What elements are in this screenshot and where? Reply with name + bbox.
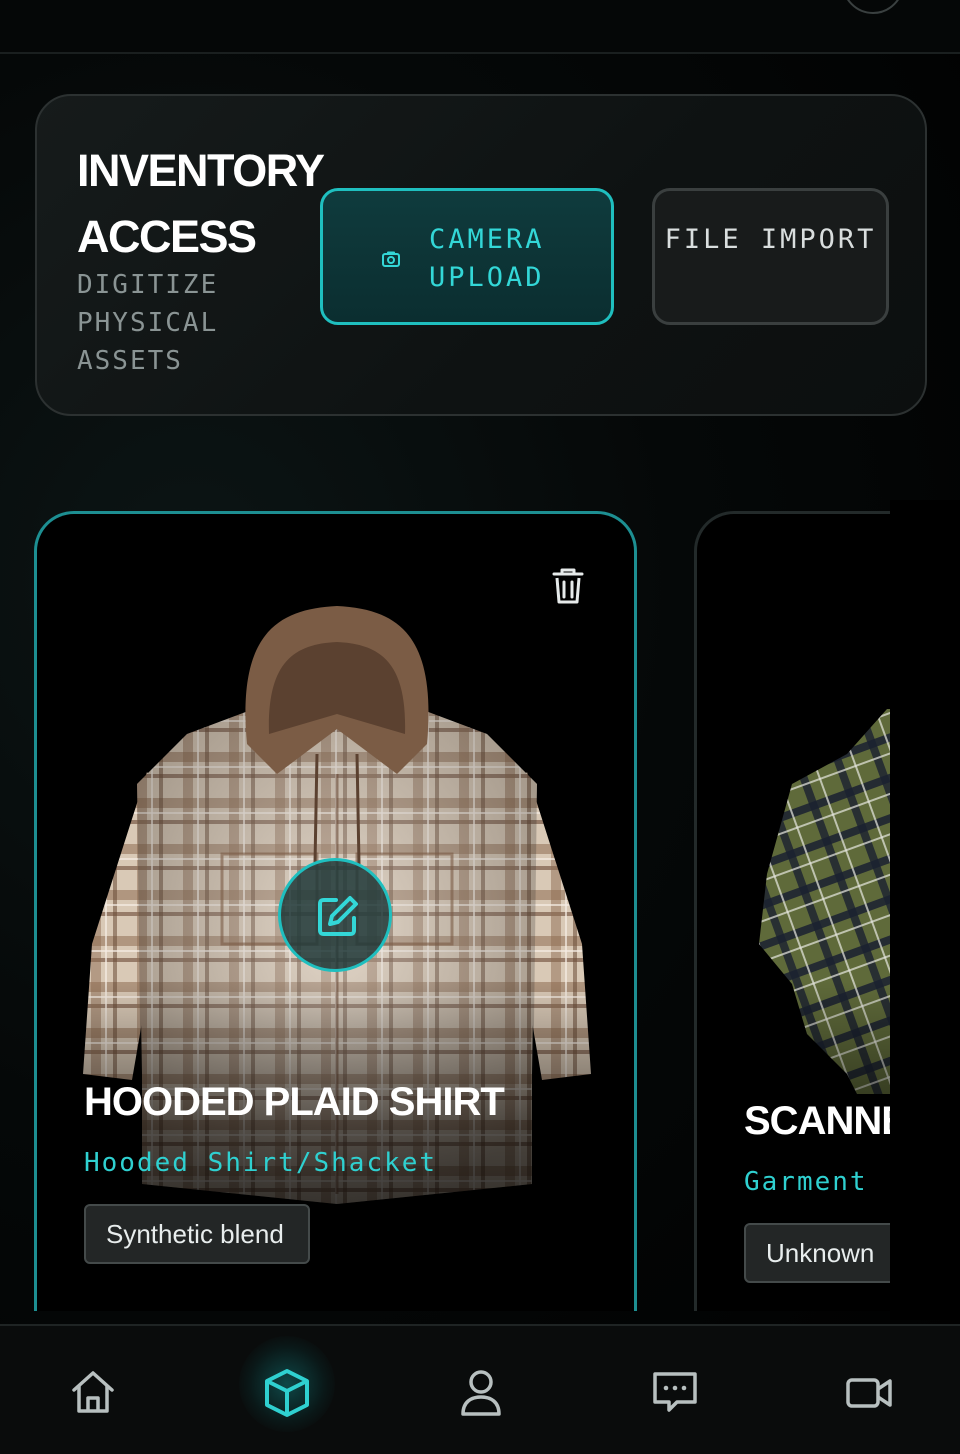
nav-profile[interactable] bbox=[421, 1326, 541, 1454]
delete-button[interactable] bbox=[550, 566, 586, 606]
app-screen: INVENTORY ACCESS DIGITIZE PHYSICAL ASSET… bbox=[0, 0, 960, 1454]
file-import-button[interactable]: FILE IMPORT bbox=[652, 188, 889, 325]
garment-type: Hooded Shirt/Shacket bbox=[84, 1148, 438, 1178]
garment-type: Garment bbox=[744, 1167, 868, 1197]
trash-icon bbox=[552, 568, 584, 604]
top-bar bbox=[0, 0, 960, 54]
home-icon bbox=[72, 1371, 114, 1413]
inventory-title: INVENTORY ACCESS bbox=[77, 145, 324, 262]
garment-title: HOODED PLAID SHIRT bbox=[84, 1080, 505, 1124]
profile-avatar[interactable] bbox=[842, 0, 904, 14]
material-badge: Unknown bbox=[744, 1223, 897, 1283]
inventory-access-panel: INVENTORY ACCESS DIGITIZE PHYSICAL ASSET… bbox=[35, 94, 927, 416]
carousel-edge bbox=[890, 500, 960, 1320]
nav-chat[interactable] bbox=[615, 1326, 735, 1454]
edit-button[interactable] bbox=[278, 858, 392, 972]
nav-home[interactable] bbox=[33, 1326, 153, 1454]
camera-icon bbox=[382, 251, 400, 267]
material-badge: Synthetic blend bbox=[84, 1204, 310, 1264]
camera-upload-label: CAMERA UPLOAD bbox=[429, 224, 545, 293]
camera-upload-button[interactable]: CAMERA UPLOAD bbox=[320, 188, 614, 325]
inventory-subtitle: DIGITIZE PHYSICAL ASSETS bbox=[77, 270, 219, 376]
nav-inventory[interactable] bbox=[227, 1326, 347, 1454]
nav-video[interactable] bbox=[809, 1326, 929, 1454]
video-icon bbox=[846, 1378, 892, 1408]
bottom-nav bbox=[0, 1324, 960, 1454]
garment-title: SCANNE bbox=[744, 1099, 908, 1143]
edit-icon bbox=[318, 896, 358, 936]
file-import-label: FILE IMPORT bbox=[664, 224, 877, 255]
user-icon bbox=[461, 1370, 501, 1416]
chat-icon bbox=[653, 1372, 697, 1412]
garment-card[interactable]: HOODED PLAID SHIRT Hooded Shirt/Shacket … bbox=[34, 511, 637, 1311]
cube-icon bbox=[265, 1369, 309, 1417]
